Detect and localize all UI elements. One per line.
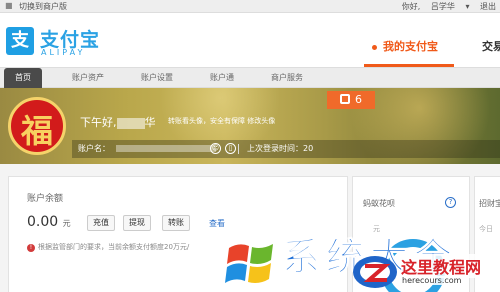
switch-icon: ■	[5, 1, 13, 10]
balance-value: 0.00	[27, 214, 59, 230]
zhaocaibao-sub: 今日	[479, 225, 493, 233]
clock-icon	[340, 94, 350, 104]
name-redacted	[116, 117, 145, 129]
logo-english-text: ALIPAY	[41, 48, 86, 57]
zhaocaibao-title[interactable]: 招财宝	[479, 198, 500, 209]
user-name-link[interactable]: 吕学华	[431, 2, 455, 11]
nav-my-alipay[interactable]: 我的支付宝	[372, 38, 438, 54]
sub-nav-tabs: 首页 账户资产 账户设置 账户通 商户服务	[0, 67, 500, 88]
watermark-site-url: herecours.com	[402, 276, 462, 285]
top-right-menu: 你好, 吕学华 ▾ 退出	[394, 1, 496, 12]
withdraw-button[interactable]: 提现	[123, 215, 151, 231]
switch-merchant-link[interactable]: 切换到商户版	[19, 1, 67, 12]
avatar-glyph: 福	[20, 112, 53, 150]
account-name-redacted	[116, 145, 216, 152]
avatar[interactable]: 福	[8, 97, 66, 155]
logout-link[interactable]: 退出	[480, 2, 496, 11]
tab-home[interactable]: 首页	[4, 68, 42, 88]
nav-trade[interactable]: 交易	[482, 38, 500, 54]
tab-account-link[interactable]: 账户通	[210, 72, 234, 83]
help-icon[interactable]: ?	[445, 197, 456, 208]
huabei-title[interactable]: 蚂蚁花呗	[363, 198, 395, 209]
view-link[interactable]: 查看	[209, 218, 225, 229]
tab-account-settings[interactable]: 账户设置	[141, 72, 173, 83]
watermark-site-name: 这里教程网	[401, 254, 482, 278]
warning-icon: !	[27, 244, 35, 252]
top-bar: ■ 切换到商户版 你好, 吕学华 ▾ 退出	[0, 0, 500, 13]
tab-account-assets[interactable]: 账户资产	[72, 72, 104, 83]
windows-logo-icon	[225, 244, 273, 283]
account-name-label: 账户名：	[78, 144, 110, 153]
greeting: 下午好, 华	[80, 114, 156, 130]
alipay-logo-icon[interactable]: 支	[6, 27, 34, 55]
chevron-down-icon[interactable]: ▾	[465, 2, 469, 11]
balance-title: 账户余额	[27, 194, 64, 204]
greeting-prefix: 下午好,	[80, 116, 117, 129]
site-logo-icon	[353, 256, 397, 288]
last-login-text: 上次登录时间：20	[247, 144, 314, 153]
tab-merchant-service[interactable]: 商户服务	[271, 72, 303, 83]
header: 支 支付宝 ALIPAY 我的支付宝 交易	[0, 13, 500, 67]
id-icon[interactable]: ☺	[210, 143, 221, 154]
active-dot-icon	[372, 44, 377, 50]
phone-icon[interactable]: ▯	[225, 143, 236, 154]
avatar-links[interactable]: 转账看头像，安全有保障 修改头像	[168, 116, 275, 126]
balance-amount: 0.00 元	[27, 214, 71, 230]
limit-notice: ! 根据监管部门的要求，当前余额支付额度20万元/	[27, 242, 189, 252]
name-suffix: 华	[144, 116, 156, 129]
message-badge[interactable]: 6	[327, 91, 375, 109]
badge-count: 6	[355, 93, 362, 106]
limit-notice-text: 根据监管部门的要求，当前余额支付额度20万元/	[38, 243, 190, 251]
divider	[238, 144, 239, 154]
balance-unit: 元	[62, 219, 71, 228]
account-info-strip: 账户名： ☺ ▯ 上次登录时间：20	[72, 140, 500, 158]
transfer-button[interactable]: 转账	[162, 215, 190, 231]
nav-my-alipay-label: 我的支付宝	[383, 40, 438, 53]
greeting-text: 你好,	[401, 2, 421, 11]
recharge-button[interactable]: 充值	[87, 215, 115, 231]
